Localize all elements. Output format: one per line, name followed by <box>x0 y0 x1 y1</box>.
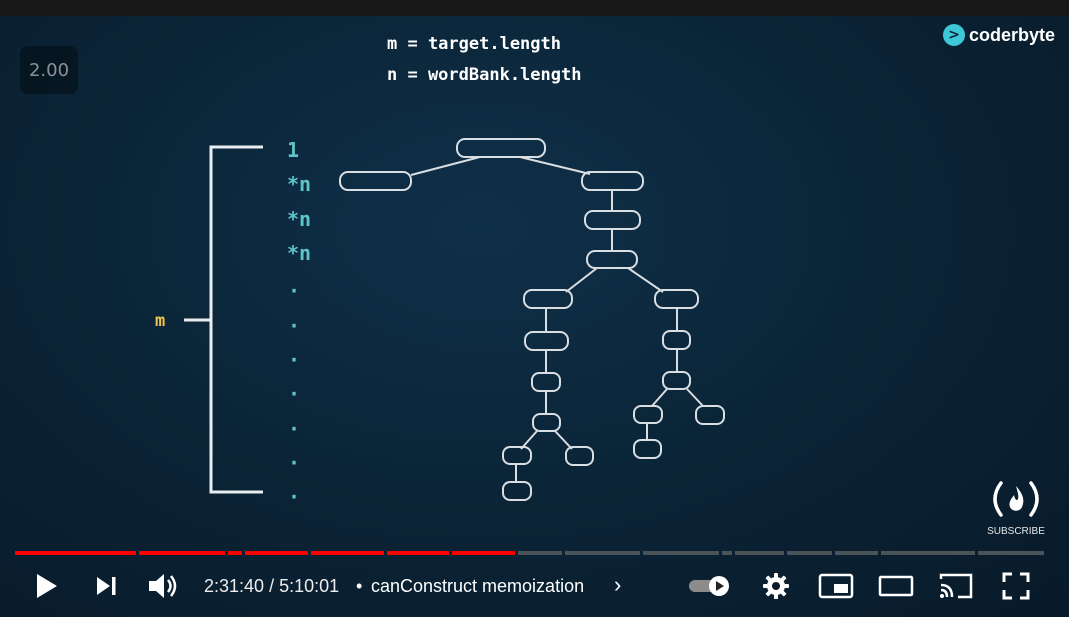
progress-played-fill <box>15 551 136 555</box>
next-button[interactable] <box>88 570 124 602</box>
theater-mode-button[interactable] <box>876 570 916 602</box>
cast-button[interactable] <box>936 570 976 602</box>
progress-segment[interactable] <box>643 551 719 555</box>
level-label: · <box>288 382 300 406</box>
tree-node <box>695 405 725 425</box>
progress-played-fill <box>311 551 384 555</box>
miniplayer-button[interactable] <box>816 570 856 602</box>
autoplay-toggle-icon <box>689 576 729 596</box>
recursion-tree-diagram: m 1 *n *n *n · · · · · · · <box>155 138 725 509</box>
tree-node <box>662 330 691 350</box>
level-label: · <box>288 279 300 303</box>
tree-nodes <box>339 138 725 501</box>
subscribe-label: SUBSCRIBE <box>987 526 1045 537</box>
progress-bar[interactable] <box>15 551 1047 555</box>
height-bracket <box>184 145 263 494</box>
gear-icon <box>763 573 789 599</box>
tree-node <box>531 372 561 392</box>
tree-node <box>502 446 532 465</box>
settings-button[interactable] <box>758 570 794 602</box>
tree-node <box>523 289 573 309</box>
progress-played-fill <box>452 551 515 555</box>
tree-node <box>502 481 532 501</box>
play-button[interactable] <box>28 570 64 602</box>
tree-node <box>581 171 644 191</box>
progress-segment[interactable] <box>835 551 878 555</box>
progress-segment[interactable] <box>565 551 640 555</box>
chapter-separator: • <box>356 576 363 596</box>
player-controls: 2:31:40 / 5:10:01 • canConstruct memoiza… <box>0 562 1069 612</box>
time-display: 2:31:40 / 5:10:01 <box>204 576 339 597</box>
volume-icon <box>149 574 177 598</box>
level-label: · <box>288 348 300 372</box>
tree-node <box>586 250 638 269</box>
chapter-title[interactable]: canConstruct memoization <box>371 576 584 597</box>
progress-played-fill <box>139 551 225 555</box>
progress-segment[interactable] <box>978 551 1044 555</box>
subscribe-watermark[interactable]: SUBSCRIBE <box>985 478 1047 537</box>
theater-icon <box>878 575 914 597</box>
freecodecamp-logo-icon <box>993 481 1039 517</box>
volume-button[interactable] <box>144 570 184 602</box>
tree-node <box>633 439 662 459</box>
play-icon <box>37 574 57 598</box>
time-total: 5:10:01 <box>279 576 340 596</box>
cast-icon <box>939 573 973 599</box>
tree-node <box>654 289 699 309</box>
progress-segment[interactable] <box>735 551 784 555</box>
level-label: *n <box>287 241 311 265</box>
level-label: 1 <box>287 138 299 162</box>
tree-node <box>662 371 691 390</box>
height-label: m <box>155 311 165 331</box>
progress-segment[interactable] <box>881 551 975 555</box>
progress-segment[interactable] <box>518 551 562 555</box>
tree-node <box>584 210 641 230</box>
chapter-chevron-icon[interactable]: › <box>614 572 621 598</box>
tree-node <box>532 413 561 432</box>
time-current: 2:31:40 <box>204 576 265 596</box>
tree-edges <box>410 156 704 482</box>
level-label: · <box>288 417 300 441</box>
level-label: *n <box>287 207 311 231</box>
progress-played-fill <box>387 551 449 555</box>
tree-node <box>565 446 594 466</box>
next-icon <box>97 577 116 595</box>
level-label: · <box>288 485 300 509</box>
level-label: · <box>288 314 300 338</box>
tree-node-root <box>456 138 546 158</box>
miniplayer-icon <box>818 573 854 599</box>
progress-segment[interactable] <box>722 551 732 555</box>
level-label: *n <box>287 172 311 196</box>
tree-node <box>524 331 569 351</box>
fullscreen-icon <box>1002 572 1030 600</box>
progress-played-fill <box>245 551 308 555</box>
fullscreen-button[interactable] <box>998 570 1034 602</box>
time-separator: / <box>264 576 280 596</box>
level-label: · <box>288 451 300 475</box>
progress-segment[interactable] <box>787 551 832 555</box>
autoplay-toggle[interactable] <box>686 570 734 602</box>
tree-node <box>633 405 663 424</box>
progress-played-fill <box>228 551 242 555</box>
tree-node <box>339 171 412 191</box>
